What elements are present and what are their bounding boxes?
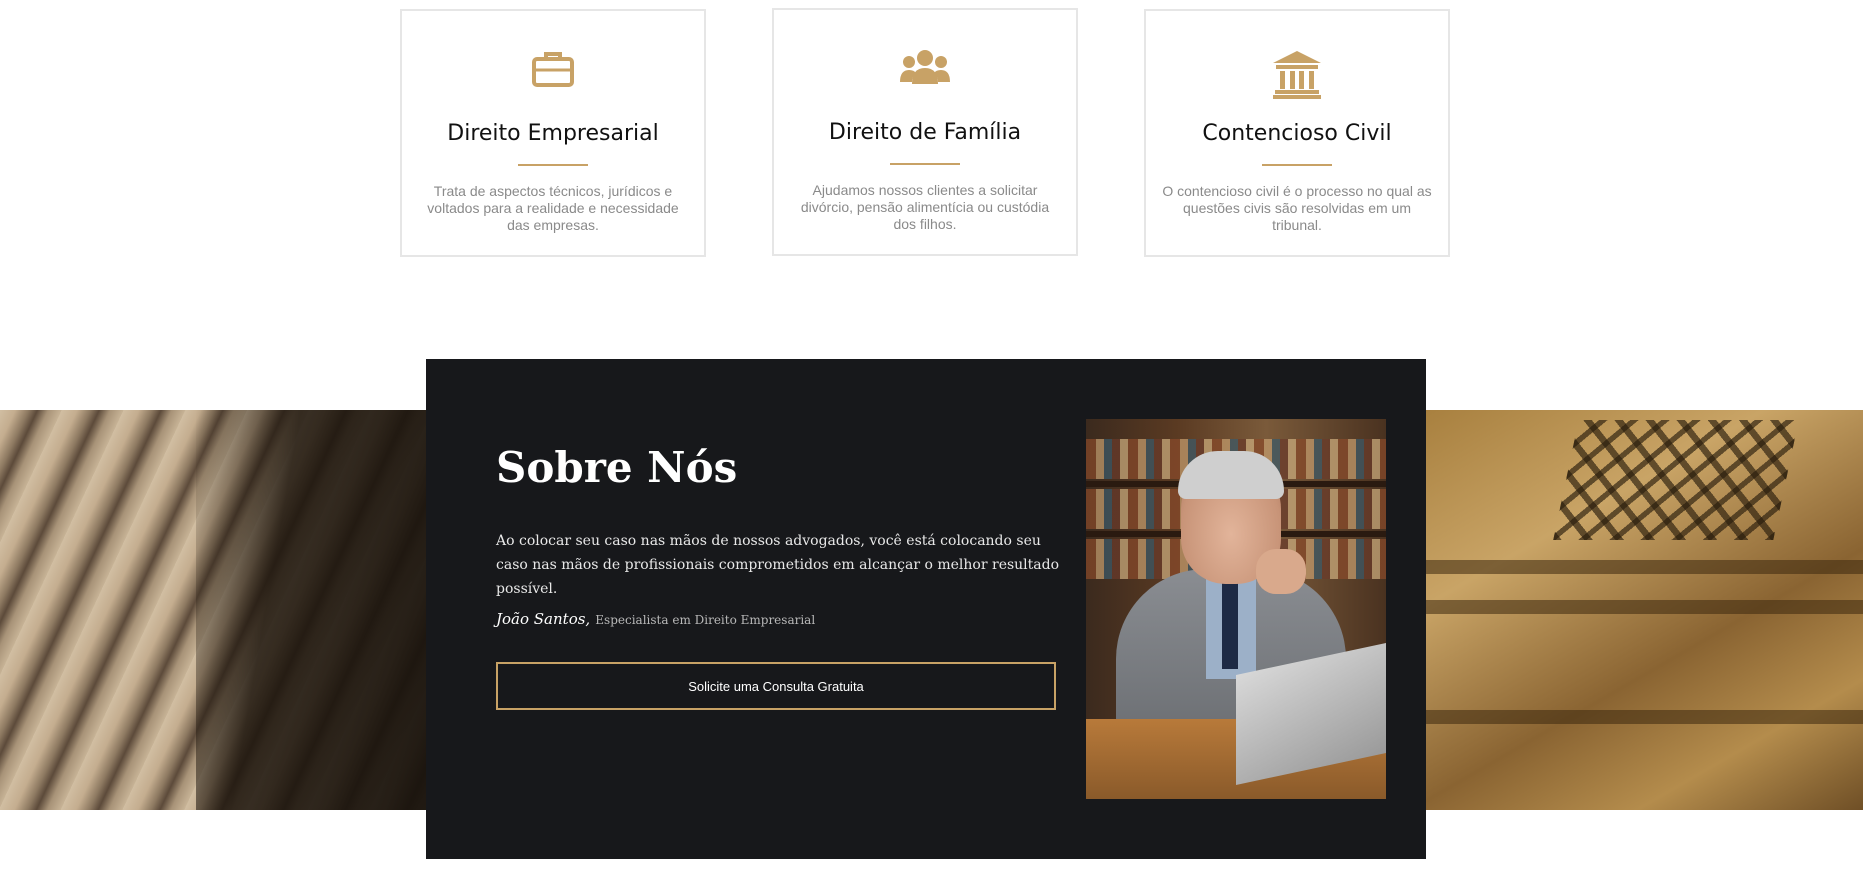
author-role: Especialista em Direito Empresarial — [595, 613, 816, 627]
about-heading: Sobre Nós — [496, 443, 738, 492]
title-divider — [518, 164, 588, 166]
author-name: João Santos, — [496, 610, 591, 628]
free-consultation-button[interactable]: Solicite uma Consulta Gratuita — [496, 662, 1056, 710]
service-description: Trata de aspectos técnicos, jurídicos e … — [427, 183, 679, 233]
courthouse-icon — [1271, 49, 1323, 104]
about-panel: Sobre Nós Ao colocar seu caso nas mãos d… — [426, 359, 1426, 859]
title-divider — [890, 163, 960, 165]
service-description: O contencioso civil é o processo no qual… — [1162, 183, 1432, 233]
service-card-civil: Contencioso Civil O contencioso civil é … — [1144, 9, 1450, 257]
service-description: Ajudamos nossos clientes a solicitar div… — [800, 182, 1050, 232]
service-title: Contencioso Civil — [1202, 121, 1392, 146]
service-card-empresarial: Direito Empresarial Trata de aspectos té… — [400, 9, 706, 257]
service-title: Direito Empresarial — [447, 121, 659, 146]
ornate-ceiling-background-image — [1426, 410, 1863, 810]
service-title: Direito de Família — [828, 120, 1022, 145]
about-text: Ao colocar seu caso nas mãos de nossos a… — [496, 533, 1060, 597]
title-divider — [1262, 164, 1332, 166]
lawyer-portrait-image — [1086, 419, 1386, 799]
columns-background-image — [0, 410, 426, 810]
service-card-familia: Direito de Família Ajudamos nossos clien… — [772, 8, 1078, 256]
briefcase-icon — [531, 49, 575, 94]
users-icon — [899, 48, 951, 93]
author-signature: João Santos, Especialista em Direito Emp… — [496, 609, 815, 628]
